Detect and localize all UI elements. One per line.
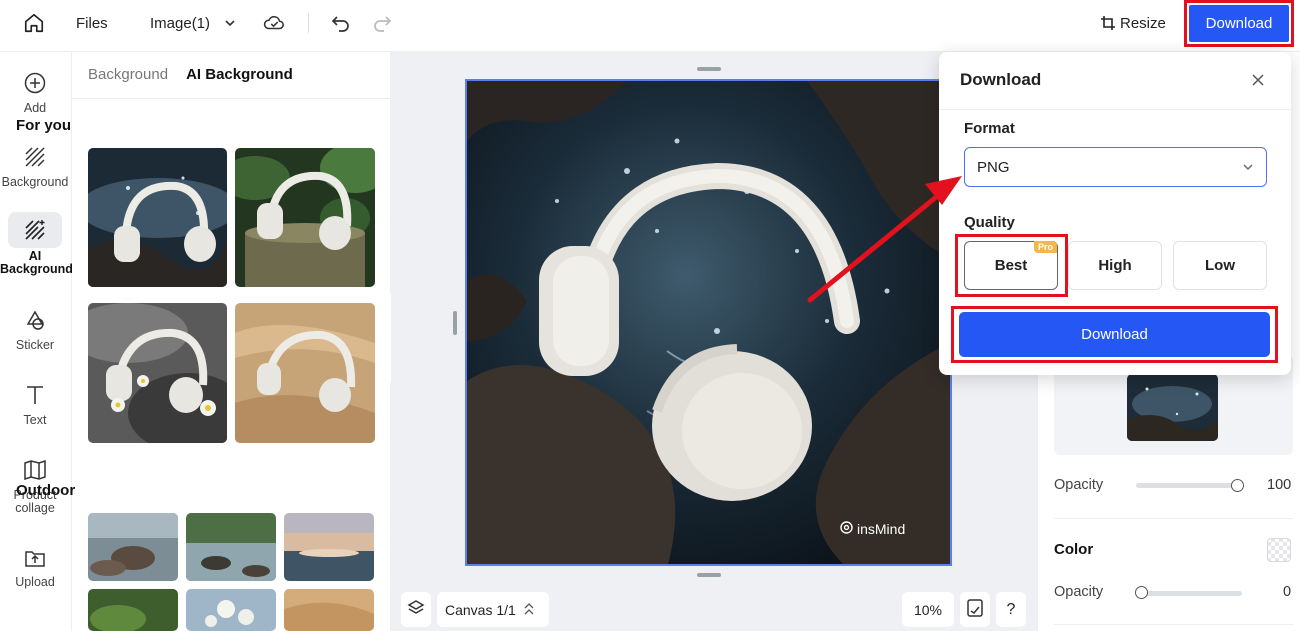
opacity-label: Opacity xyxy=(1054,477,1104,493)
canvas-label: Canvas 1/1 xyxy=(445,601,516,618)
notes-icon xyxy=(967,599,983,620)
ai-hatch-icon xyxy=(8,212,62,248)
redo-icon[interactable] xyxy=(372,0,392,46)
top-toolbar: Files Image(1) Resize Download xyxy=(0,0,1300,52)
thumbnail-outdoor-moss[interactable] xyxy=(88,589,178,631)
panel-tabs: Background AI Background xyxy=(88,66,293,83)
color-title: Color xyxy=(1054,541,1094,558)
nav-sticker[interactable]: Sticker xyxy=(0,305,70,352)
format-label: Format xyxy=(964,120,1015,137)
download-main-highlight: Download xyxy=(951,306,1278,363)
color-opacity-slider-knob[interactable] xyxy=(1135,586,1148,599)
watermark-text: insMind xyxy=(857,521,906,537)
chevron-down-icon xyxy=(1242,160,1254,177)
image-dropdown[interactable]: Image(1) xyxy=(150,0,236,46)
thumbnail-outdoor-river[interactable] xyxy=(88,513,178,581)
close-icon[interactable] xyxy=(1249,70,1267,90)
thumbnail-outdoor-blossom[interactable] xyxy=(186,589,276,631)
help-button[interactable]: ? xyxy=(996,592,1026,627)
nav-ai-background-label: AI Background xyxy=(0,249,73,276)
toolbar-divider xyxy=(308,13,309,33)
thumbnail-jungle-stone[interactable] xyxy=(235,148,375,287)
zoom-level[interactable]: 10% xyxy=(902,592,954,627)
opacity-value: 100 xyxy=(1267,477,1292,493)
chevron-up-icon xyxy=(524,602,534,618)
cloud-sync-icon[interactable] xyxy=(263,0,285,46)
files-menu[interactable]: Files xyxy=(76,0,108,46)
nav-background[interactable]: Background xyxy=(0,142,70,189)
notes-button[interactable] xyxy=(960,592,990,627)
resize-handle-top[interactable] xyxy=(697,67,721,71)
opacity-slider-knob[interactable] xyxy=(1231,479,1244,492)
hatch-icon xyxy=(24,142,46,172)
nav-text[interactable]: Text xyxy=(0,380,70,427)
nav-sticker-label: Sticker xyxy=(15,338,55,352)
nav-upload[interactable]: Upload xyxy=(0,542,70,589)
upload-icon xyxy=(24,542,46,572)
download-top-highlight: Download xyxy=(1184,0,1294,47)
left-nav: Add Background AI Background Sticker Tex… xyxy=(0,52,73,631)
color-opacity-label: Opacity xyxy=(1054,584,1104,600)
thumbnail-water-rocks[interactable] xyxy=(88,148,227,287)
background-preview-image[interactable] xyxy=(1127,374,1218,441)
for-you-title: For you xyxy=(16,117,71,134)
pro-badge: Pro xyxy=(1034,241,1057,253)
text-icon xyxy=(25,380,45,410)
canvas-selector[interactable]: Canvas 1/1 xyxy=(437,592,549,627)
dialog-divider xyxy=(939,109,1291,110)
right-panel-divider xyxy=(1054,518,1293,519)
quality-high-button[interactable]: High xyxy=(1068,241,1162,290)
format-select[interactable]: PNG xyxy=(964,147,1267,187)
color-swatch[interactable] xyxy=(1267,538,1291,562)
home-icon[interactable] xyxy=(23,0,45,46)
nav-add-label: Add xyxy=(23,101,47,115)
crop-icon xyxy=(1100,15,1116,31)
chevron-down-icon xyxy=(224,17,236,29)
tab-ai-background[interactable]: AI Background xyxy=(186,66,293,83)
color-opacity-value: 0 xyxy=(1283,584,1292,600)
thumbnail-outdoor-sunset-sea[interactable] xyxy=(284,513,374,581)
panel-divider xyxy=(72,98,391,99)
watermark: insMind xyxy=(840,521,905,537)
thumbnail-sand[interactable] xyxy=(235,303,375,443)
watermark-logo-icon xyxy=(840,521,853,537)
sticker-icon xyxy=(24,305,46,335)
thumbnail-outdoor-stream[interactable] xyxy=(186,513,276,581)
download-main-button[interactable]: Download xyxy=(959,312,1270,357)
color-opacity-slider[interactable] xyxy=(1136,591,1242,596)
format-value: PNG xyxy=(977,158,1010,176)
plus-circle-icon xyxy=(24,68,46,98)
nav-text-label: Text xyxy=(23,413,47,427)
nav-background-label: Background xyxy=(1,175,69,189)
quality-label: Quality xyxy=(964,214,1015,231)
undo-icon[interactable] xyxy=(331,0,351,46)
resize-label: Resize xyxy=(1120,14,1166,32)
quality-low-button[interactable]: Low xyxy=(1173,241,1267,290)
resize-handle-left[interactable] xyxy=(453,311,457,335)
layers-icon xyxy=(407,599,425,620)
download-top-button[interactable]: Download xyxy=(1189,5,1289,42)
opacity-slider[interactable] xyxy=(1136,483,1242,488)
resize-handle-bottom[interactable] xyxy=(697,573,721,577)
layers-button[interactable] xyxy=(401,592,431,627)
tab-background[interactable]: Background xyxy=(88,66,168,83)
nav-ai-background[interactable]: AI Background xyxy=(0,212,73,276)
nav-upload-label: Upload xyxy=(15,575,55,589)
thumbnail-outdoor-dunes[interactable] xyxy=(284,589,374,631)
thumbnail-flowers-rock[interactable] xyxy=(88,303,227,443)
resize-button[interactable]: Resize xyxy=(1100,0,1166,46)
download-dialog-title: Download xyxy=(960,70,1042,89)
image-dropdown-label: Image(1) xyxy=(150,14,211,32)
collage-icon xyxy=(23,455,47,485)
canvas-image[interactable] xyxy=(465,79,952,566)
right-panel-divider-2 xyxy=(1054,624,1293,625)
nav-add[interactable]: Add xyxy=(0,68,70,115)
outdoor-title: Outdoor xyxy=(16,482,76,499)
